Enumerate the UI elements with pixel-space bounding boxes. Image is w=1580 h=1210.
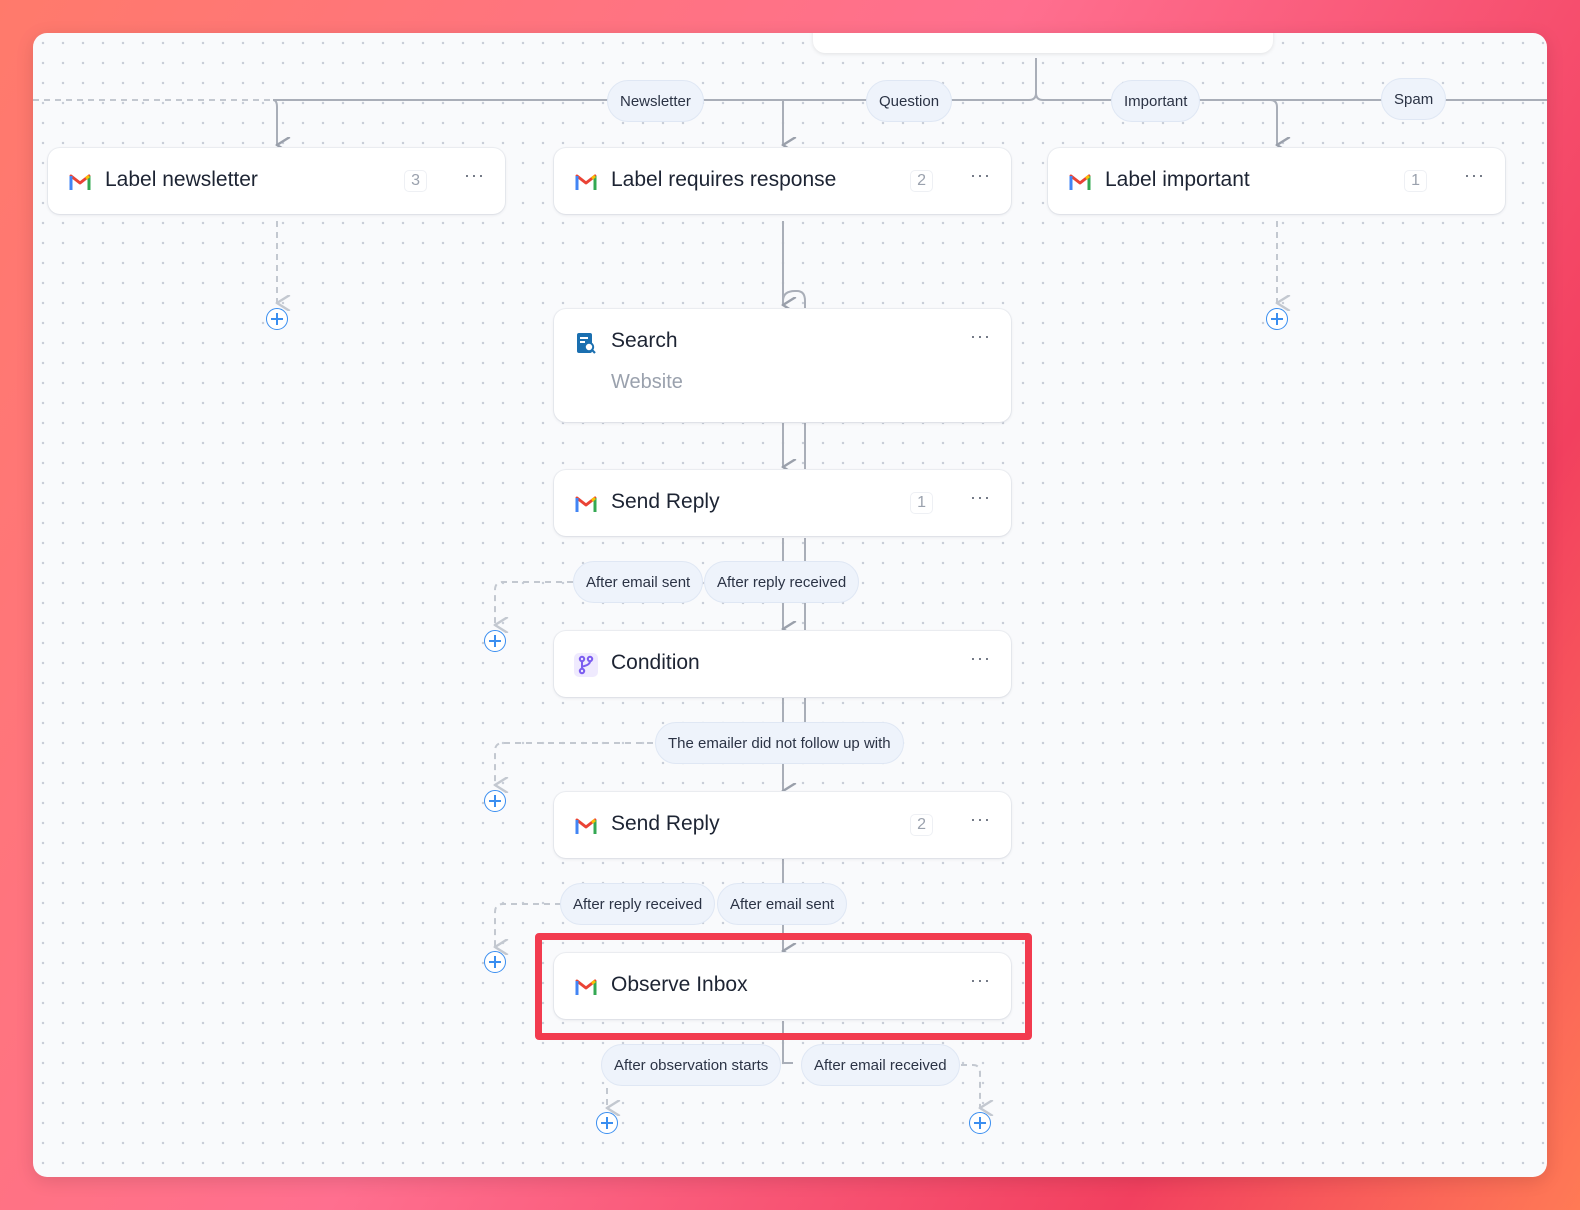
add-step-button[interactable] bbox=[969, 1112, 991, 1134]
add-step-button[interactable] bbox=[484, 951, 506, 973]
edge-after-observation-starts[interactable]: After observation starts bbox=[601, 1044, 782, 1086]
edge-after-email-sent[interactable]: After email sent bbox=[717, 883, 848, 925]
node-title: Search bbox=[611, 329, 678, 352]
node-title: Send Reply bbox=[611, 490, 720, 513]
more-options-icon[interactable]: ··· bbox=[970, 487, 991, 508]
node-send-reply-1[interactable]: Send Reply 1 ··· bbox=[554, 470, 1011, 536]
node-send-reply-2[interactable]: Send Reply 2 ··· bbox=[554, 792, 1011, 858]
gmail-icon bbox=[575, 818, 597, 834]
gmail-icon bbox=[575, 496, 597, 512]
gmail-icon bbox=[69, 174, 91, 190]
node-search[interactable]: Search Website ··· bbox=[554, 309, 1011, 422]
node-label-important[interactable]: Label important 1 ··· bbox=[1048, 148, 1505, 214]
more-options-icon[interactable]: ··· bbox=[970, 970, 991, 991]
more-options-icon[interactable]: ··· bbox=[970, 165, 991, 186]
add-step-button[interactable] bbox=[596, 1112, 618, 1134]
gmail-icon bbox=[1069, 174, 1091, 190]
edge-condition-not-follow-up[interactable]: The emailer did not follow up with bbox=[655, 722, 904, 764]
node-observe-inbox[interactable]: Observe Inbox ··· bbox=[554, 953, 1011, 1019]
node-label-requires-response[interactable]: Label requires response 2 ··· bbox=[554, 148, 1011, 214]
more-options-icon[interactable]: ··· bbox=[1464, 165, 1485, 186]
branch-question[interactable]: Question bbox=[866, 80, 953, 122]
more-options-icon[interactable]: ··· bbox=[970, 648, 991, 669]
add-step-button[interactable] bbox=[484, 790, 506, 812]
node-title: Label newsletter bbox=[105, 168, 258, 191]
edge-after-reply-received[interactable]: After reply received bbox=[704, 561, 860, 603]
node-condition[interactable]: Condition ··· bbox=[554, 631, 1011, 697]
more-options-icon[interactable]: ··· bbox=[464, 165, 485, 186]
edge-after-reply-received[interactable]: After reply received bbox=[560, 883, 716, 925]
more-options-icon[interactable]: ··· bbox=[970, 326, 991, 347]
branch-newsletter[interactable]: Newsletter bbox=[607, 80, 704, 122]
add-step-button[interactable] bbox=[484, 630, 506, 652]
gmail-icon bbox=[575, 174, 597, 190]
add-step-button[interactable] bbox=[266, 308, 288, 330]
add-step-button[interactable] bbox=[1266, 308, 1288, 330]
workflow-canvas[interactable]: Newsletter Question Important Spam Label… bbox=[33, 33, 1547, 1177]
branch-important[interactable]: Important bbox=[1111, 80, 1201, 122]
more-options-icon[interactable]: ··· bbox=[970, 809, 991, 830]
edge-after-email-received[interactable]: After email received bbox=[801, 1044, 960, 1086]
run-count-badge: 1 bbox=[910, 492, 933, 514]
node-title: Label requires response bbox=[611, 168, 837, 191]
node-title: Label important bbox=[1105, 168, 1250, 191]
node-label-newsletter[interactable]: Label newsletter 3 ··· bbox=[48, 148, 505, 214]
run-count-badge: 2 bbox=[910, 814, 933, 836]
gmail-icon bbox=[575, 979, 597, 995]
trigger-node[interactable] bbox=[813, 33, 1273, 53]
node-title: Send Reply bbox=[611, 812, 720, 835]
node-subtitle: Website bbox=[611, 371, 683, 393]
run-count-badge: 1 bbox=[1404, 170, 1427, 192]
condition-branch-icon bbox=[574, 653, 598, 677]
branch-spam[interactable]: Spam bbox=[1381, 78, 1447, 120]
edge-after-email-sent[interactable]: After email sent bbox=[573, 561, 704, 603]
run-count-badge: 2 bbox=[910, 170, 933, 192]
node-title: Condition bbox=[611, 651, 700, 674]
run-count-badge: 3 bbox=[404, 170, 427, 192]
node-title: Observe Inbox bbox=[611, 973, 748, 996]
search-website-icon bbox=[577, 333, 596, 354]
